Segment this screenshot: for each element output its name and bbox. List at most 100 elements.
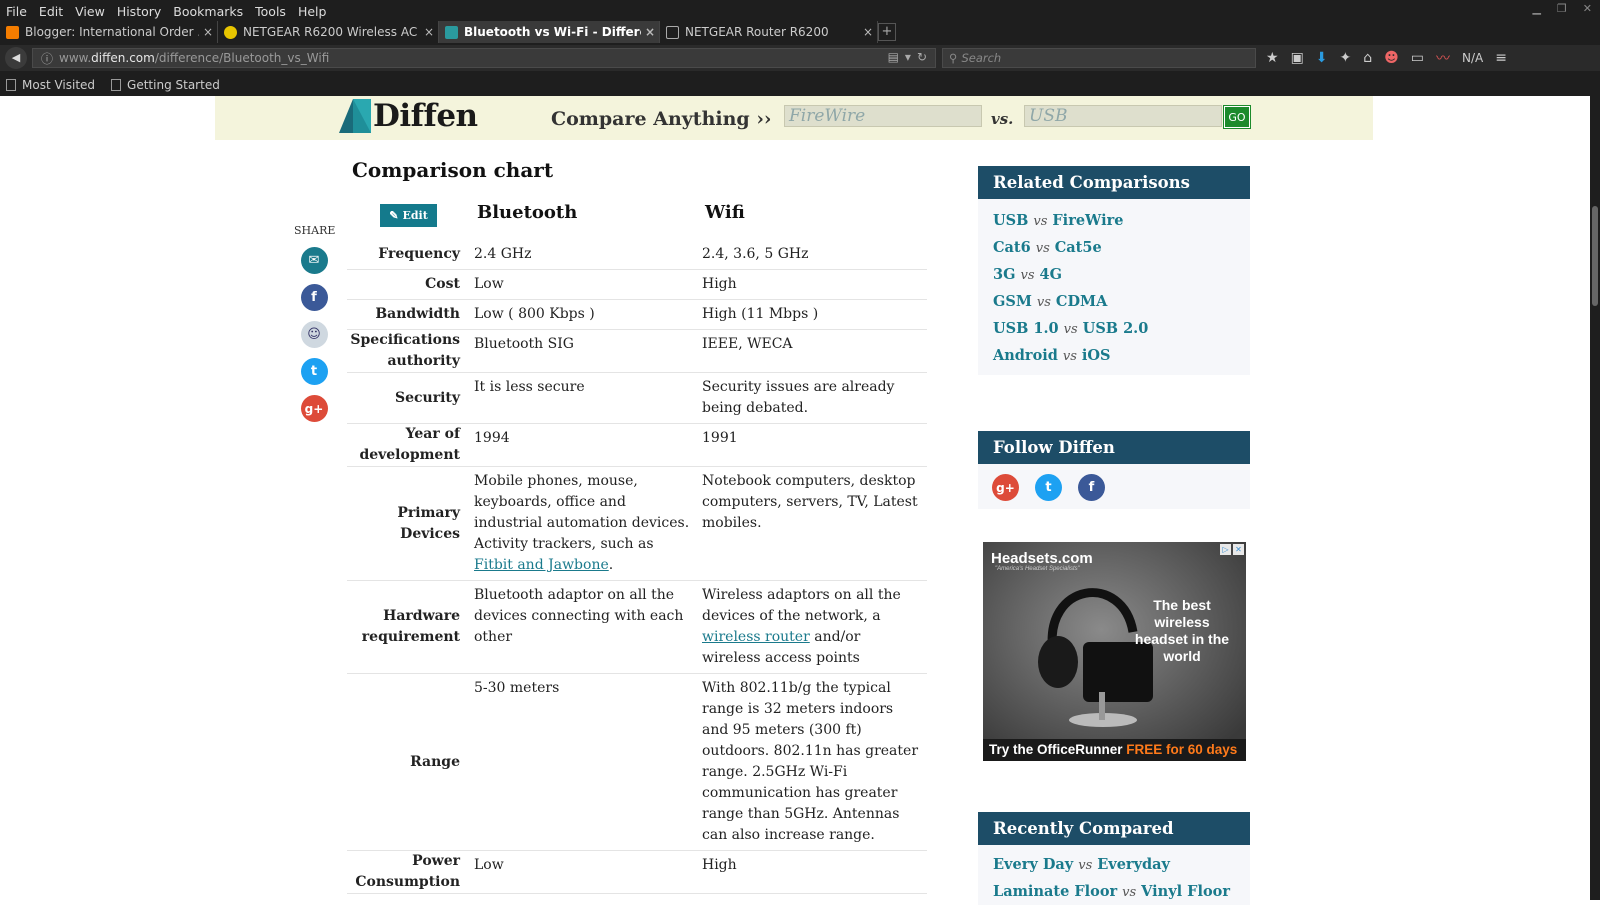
facebook-icon[interactable]: f	[300, 284, 328, 311]
reader-view-icon[interactable]: ▤	[888, 50, 899, 64]
new-tab-button[interactable]: +	[878, 23, 896, 41]
screenshot-icon[interactable]: ▭	[1411, 50, 1424, 66]
menu-edit[interactable]: Edit	[39, 4, 63, 19]
bookmark-most-visited[interactable]: Most Visited	[6, 78, 95, 92]
menu-history[interactable]: History	[117, 4, 161, 19]
chart-icon[interactable]: 〰	[1436, 48, 1450, 68]
diffen-logo[interactable]: Diffen	[339, 98, 478, 134]
compare-input-1[interactable]: FireWire	[784, 105, 982, 127]
back-button[interactable]: ◀	[5, 47, 27, 69]
twitter-icon[interactable]: t	[300, 358, 328, 385]
download-icon[interactable]: ⬇	[1316, 50, 1328, 66]
extension-icon[interactable]: ✦	[1340, 50, 1352, 66]
related-item[interactable]: Cat6 vs Cat5e	[978, 234, 1250, 261]
cell-wifi: IEEE, WECA	[702, 336, 793, 352]
cell-bluetooth: Low	[474, 857, 504, 873]
google-plus-icon[interactable]: g+	[992, 474, 1019, 501]
cell-wifi: Security issues are already being debate…	[702, 379, 895, 416]
hamburger-menu-icon[interactable]: ≡	[1495, 50, 1507, 66]
ad-cta-highlight: FREE for 60 days	[1126, 742, 1238, 757]
vs-text: vs	[1122, 885, 1137, 900]
search-icon: ⚲	[949, 51, 958, 65]
navigation-bar: ◀ ⓘ www. diffen.com/difference/Bluetooth_…	[0, 45, 1600, 71]
ad-info-icon[interactable]: ▷	[1220, 544, 1231, 555]
facebook-icon[interactable]: f	[1078, 474, 1105, 501]
menu-bookmarks[interactable]: Bookmarks	[173, 4, 243, 19]
search-placeholder: Search	[961, 51, 1002, 65]
vs-text: vs	[1036, 295, 1051, 310]
logo-text: Diffen	[373, 98, 478, 134]
item-a: Cat6	[993, 239, 1031, 256]
restore-icon[interactable]: ❐	[1557, 2, 1567, 15]
cell-wifi: High (11 Mbps )	[702, 306, 819, 322]
browser-chrome: File Edit View History Bookmarks Tools H…	[0, 0, 1600, 96]
related-item[interactable]: GSM vs CDMA	[978, 288, 1250, 315]
info-icon[interactable]: ⓘ	[41, 50, 53, 67]
menu-file[interactable]: File	[6, 4, 27, 19]
edit-button[interactable]: ✎ Edit	[380, 204, 437, 227]
url-bar[interactable]: ⓘ www. diffen.com/difference/Bluetooth_vs…	[32, 48, 936, 68]
close-window-icon[interactable]: ✕	[1583, 2, 1592, 15]
minimize-icon[interactable]: ▁	[1532, 2, 1540, 15]
wireless-router-link[interactable]: wireless router	[702, 629, 810, 645]
menu-help[interactable]: Help	[298, 4, 327, 19]
twitter-icon[interactable]: t	[1035, 474, 1062, 501]
menu-view[interactable]: View	[75, 4, 105, 19]
vertical-scrollbar[interactable]	[1590, 96, 1600, 900]
cell-bluetooth: It is less secure	[474, 379, 585, 395]
email-icon[interactable]: ✉	[300, 247, 328, 274]
vs-text: vs	[1035, 241, 1050, 256]
tab-diffen[interactable]: Bluetooth vs Wi-Fi - Differe... ×	[439, 21, 660, 43]
cell-bluetooth: 2.4 GHz	[474, 246, 532, 262]
ad-tagline: "America's Headset Specialists"	[995, 566, 1080, 572]
reddit-icon[interactable]: ☺	[300, 321, 328, 348]
compare-input-2[interactable]: USB	[1024, 105, 1222, 127]
close-tab-icon[interactable]: ×	[199, 25, 217, 39]
dropdown-icon[interactable]: ▾	[905, 50, 911, 64]
bookmark-star-icon[interactable]: ★	[1266, 50, 1279, 66]
netgear-icon	[224, 25, 237, 39]
clipboard-icon[interactable]: ▣	[1291, 50, 1304, 66]
profile-icon[interactable]: ☻	[1384, 50, 1399, 66]
related-item[interactable]: 3G vs 4G	[978, 261, 1250, 288]
home-icon[interactable]: ⌂	[1363, 50, 1372, 66]
item-b: CDMA	[1055, 293, 1108, 310]
cell-wifi: Notebook computers, desktop computers, s…	[702, 473, 918, 531]
go-button[interactable]: GO	[1223, 105, 1251, 129]
tab-netgear-router[interactable]: NETGEAR Router R6200 ×	[660, 21, 878, 43]
close-tab-icon[interactable]: ×	[641, 25, 659, 39]
item-b: 4G	[1039, 266, 1062, 283]
item-a: Android	[993, 347, 1058, 364]
menu-tools[interactable]: Tools	[255, 4, 286, 19]
scrollbar-thumb[interactable]	[1592, 206, 1598, 306]
bookmark-getting-started[interactable]: Getting Started	[111, 78, 220, 92]
item-a: Laminate Floor	[993, 883, 1118, 900]
tab-blogger[interactable]: Blogger: International Order ... ×	[0, 21, 218, 43]
related-item[interactable]: Android vs iOS	[978, 342, 1250, 369]
comparison-table: Frequency 2.4 GHz 2.4, 3.6, 5 GHz Cost L…	[347, 240, 927, 894]
google-plus-icon[interactable]: g+	[300, 395, 328, 422]
row-label: Security	[394, 389, 460, 406]
item-b: FireWire	[1052, 212, 1124, 229]
related-item[interactable]: USB vs FireWire	[978, 207, 1250, 234]
recent-item[interactable]: Every Day vs Everyday	[978, 851, 1250, 878]
share-panel: SHARE ✉ f ☺ t g+	[294, 224, 336, 432]
row-label: Specifications authority	[350, 332, 460, 369]
reload-icon[interactable]: ↻	[917, 50, 927, 64]
advertisement[interactable]: Headsets.com "America's Headset Speciali…	[983, 542, 1246, 761]
table-row: Bandwidth Low ( 800 Kbps ) High (11 Mbps…	[347, 300, 927, 330]
bookmark-label: Getting Started	[127, 78, 220, 92]
fitbit-jawbone-link[interactable]: Fitbit and Jawbone	[474, 557, 609, 573]
close-tab-icon[interactable]: ×	[859, 25, 877, 39]
table-row: Power Consumption Low High	[347, 851, 927, 894]
share-label: SHARE	[294, 224, 336, 237]
related-item[interactable]: USB 1.0 vs USB 2.0	[978, 315, 1250, 342]
close-tab-icon[interactable]: ×	[420, 25, 438, 39]
ad-cta[interactable]: Try the OfficeRunner FREE for 60 days	[983, 739, 1246, 761]
ad-close-icon[interactable]: ✕	[1233, 544, 1244, 555]
bookmark-label: Most Visited	[22, 78, 96, 92]
search-input[interactable]: ⚲ Search	[942, 48, 1256, 68]
recent-item[interactable]: Laminate Floor vs Vinyl Floor	[978, 878, 1250, 905]
page-icon	[666, 25, 679, 39]
tab-netgear-wireless[interactable]: NETGEAR R6200 Wireless AC ... ×	[218, 21, 439, 43]
